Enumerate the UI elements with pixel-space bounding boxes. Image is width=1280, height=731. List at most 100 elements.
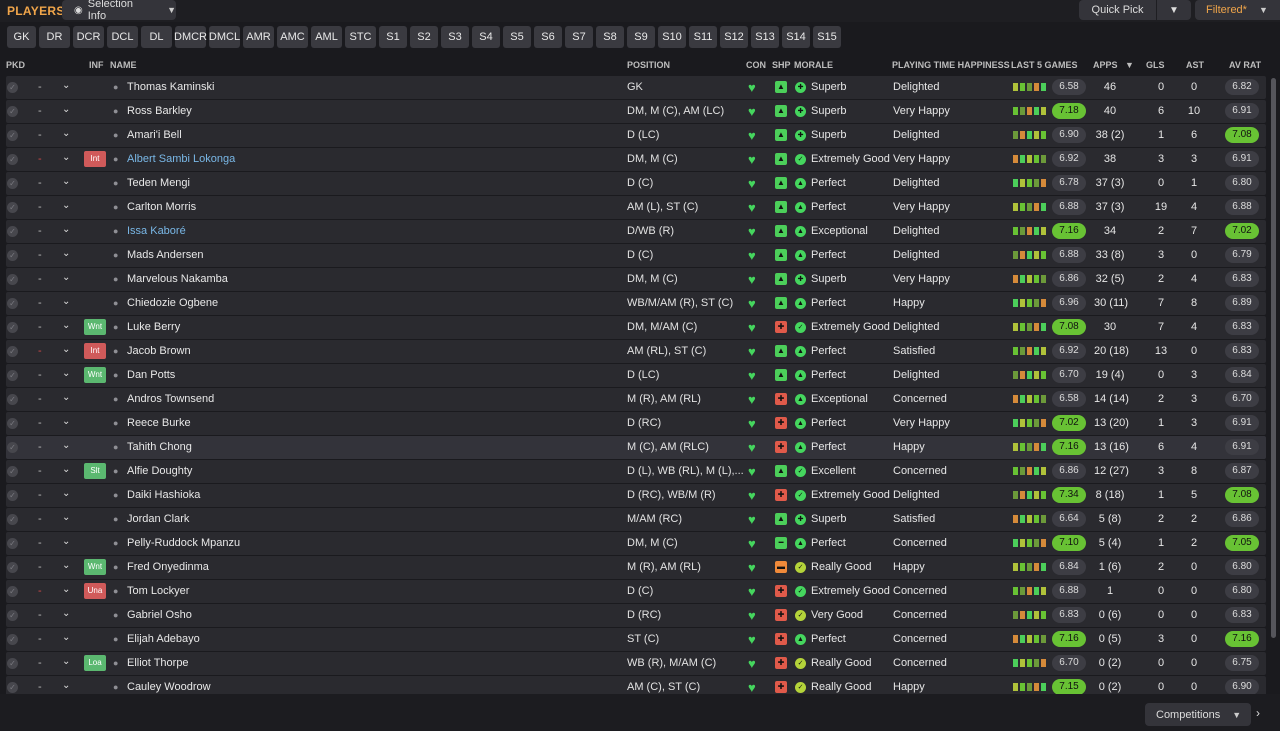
pick-icon[interactable]: ✓ xyxy=(7,298,18,309)
player-name[interactable]: Luke Berry xyxy=(127,321,180,333)
player-name[interactable]: Alfie Doughty xyxy=(127,465,192,477)
player-name[interactable]: Cauley Woodrow xyxy=(127,681,211,693)
player-name[interactable]: Ross Barkley xyxy=(127,105,192,117)
col-position[interactable]: POSITION xyxy=(627,60,670,70)
chevron-down-icon[interactable]: ⌄ xyxy=(62,80,70,91)
pick-icon[interactable]: ✓ xyxy=(7,394,18,405)
pick-icon[interactable]: ✓ xyxy=(7,106,18,117)
position-button-s10[interactable]: S10 xyxy=(658,26,686,48)
col-last5[interactable]: LAST 5 GAMES xyxy=(1011,60,1078,70)
col-name[interactable]: NAME xyxy=(110,60,137,70)
player-name[interactable]: Reece Burke xyxy=(127,417,191,429)
pick-icon[interactable]: ✓ xyxy=(7,538,18,549)
col-gls[interactable]: GLS xyxy=(1146,60,1165,70)
table-row[interactable]: ✓ - ⌄ Wnt ● Fred Onyedinma M (R), AM (RL… xyxy=(6,556,1266,579)
chevron-down-icon[interactable]: ⌄ xyxy=(62,584,70,595)
pick-icon[interactable]: ✓ xyxy=(7,610,18,621)
competitions-button[interactable]: Competitions ▼ xyxy=(1145,703,1251,726)
position-button-s11[interactable]: S11 xyxy=(689,26,717,48)
chevron-down-icon[interactable]: ⌄ xyxy=(62,248,70,259)
position-button-stc[interactable]: STC xyxy=(345,26,376,48)
filter-button[interactable]: Filtered* ▼ xyxy=(1195,0,1280,20)
player-name[interactable]: Marvelous Nakamba xyxy=(127,273,228,285)
chevron-down-icon[interactable]: ⌄ xyxy=(62,608,70,619)
chevron-down-icon[interactable]: ⌄ xyxy=(62,344,70,355)
position-button-s14[interactable]: S14 xyxy=(782,26,810,48)
pick-icon[interactable]: ✓ xyxy=(7,274,18,285)
col-inf[interactable]: INF xyxy=(89,60,104,70)
chevron-down-icon[interactable]: ⌄ xyxy=(62,368,70,379)
pick-icon[interactable]: ✓ xyxy=(7,346,18,357)
chevron-down-icon[interactable]: ⌄ xyxy=(62,680,70,691)
position-button-s5[interactable]: S5 xyxy=(503,26,531,48)
table-row[interactable]: ✓ - ⌄ Int ● Albert Sambi Lokonga DM, M (… xyxy=(6,148,1266,171)
player-name[interactable]: Issa Kaboré xyxy=(127,225,186,237)
chevron-down-icon[interactable]: ⌄ xyxy=(62,104,70,115)
chevron-down-icon[interactable]: ⌄ xyxy=(62,272,70,283)
player-name[interactable]: Dan Potts xyxy=(127,369,175,381)
chevron-down-icon[interactable]: ⌄ xyxy=(62,512,70,523)
col-av-rat[interactable]: AV RAT xyxy=(1229,60,1261,70)
player-name[interactable]: Andros Townsend xyxy=(127,393,214,405)
scrollbar[interactable] xyxy=(1271,78,1276,638)
pick-icon[interactable]: ✓ xyxy=(7,154,18,165)
table-row[interactable]: ✓ - ⌄ ● Andros Townsend M (R), AM (RL) ♥… xyxy=(6,388,1266,411)
pick-icon[interactable]: ✓ xyxy=(7,586,18,597)
pick-icon[interactable]: ✓ xyxy=(7,226,18,237)
player-name[interactable]: Gabriel Osho xyxy=(127,609,192,621)
table-row[interactable]: ✓ - ⌄ ● Marvelous Nakamba DM, M (C) ♥ ▲ … xyxy=(6,268,1266,291)
col-pkd[interactable]: PKD xyxy=(6,60,25,70)
pick-icon[interactable]: ✓ xyxy=(7,370,18,381)
pick-icon[interactable]: ✓ xyxy=(7,82,18,93)
table-row[interactable]: ✓ - ⌄ ● Amari'i Bell D (LC) ♥ ▲ ✚ Superb… xyxy=(6,124,1266,147)
pick-icon[interactable]: ✓ xyxy=(7,202,18,213)
chevron-down-icon[interactable]: ⌄ xyxy=(62,536,70,547)
table-row[interactable]: ✓ - ⌄ ● Ross Barkley DM, M (C), AM (LC) … xyxy=(6,100,1266,123)
player-name[interactable]: Daiki Hashioka xyxy=(127,489,200,501)
chevron-down-icon[interactable]: ⌄ xyxy=(62,656,70,667)
col-playing-time[interactable]: PLAYING TIME HAPPINESS xyxy=(892,60,1010,70)
chevron-right-icon[interactable]: › xyxy=(1256,706,1260,720)
position-button-s3[interactable]: S3 xyxy=(441,26,469,48)
position-button-dcr[interactable]: DCR xyxy=(73,26,104,48)
table-row[interactable]: ✓ - ⌄ ● Thomas Kaminski GK ♥ ▲ ✚ Superb … xyxy=(6,76,1266,99)
table-row[interactable]: ✓ - ⌄ Slt ● Alfie Doughty D (L), WB (RL)… xyxy=(6,460,1266,483)
pick-icon[interactable]: ✓ xyxy=(7,562,18,573)
pick-icon[interactable]: ✓ xyxy=(7,418,18,429)
position-button-dmcr[interactable]: DMCR xyxy=(174,26,207,48)
table-row[interactable]: ✓ - ⌄ ● Issa Kaboré D/WB (R) ♥ ▲ ▲ Excep… xyxy=(6,220,1266,243)
player-name[interactable]: Fred Onyedinma xyxy=(127,561,209,573)
chevron-down-icon[interactable]: ⌄ xyxy=(62,224,70,235)
position-button-s12[interactable]: S12 xyxy=(720,26,748,48)
position-button-amr[interactable]: AMR xyxy=(243,26,274,48)
position-button-gk[interactable]: GK xyxy=(7,26,36,48)
col-shp[interactable]: SHP xyxy=(772,60,791,70)
pick-icon[interactable]: ✓ xyxy=(7,442,18,453)
position-button-s15[interactable]: S15 xyxy=(813,26,841,48)
table-row[interactable]: ✓ - ⌄ ● Pelly-Ruddock Mpanzu DM, M (C) ♥… xyxy=(6,532,1266,555)
chevron-down-icon[interactable]: ⌄ xyxy=(62,488,70,499)
chevron-down-icon[interactable]: ⌄ xyxy=(62,320,70,331)
player-name[interactable]: Tom Lockyer xyxy=(127,585,189,597)
table-row[interactable]: ✓ - ⌄ ● Carlton Morris AM (L), ST (C) ♥ … xyxy=(6,196,1266,219)
table-row[interactable]: ✓ - ⌄ ● Mads Andersen D (C) ♥ ▲ ▲ Perfec… xyxy=(6,244,1266,267)
pick-icon[interactable]: ✓ xyxy=(7,466,18,477)
chevron-down-icon[interactable]: ⌄ xyxy=(62,440,70,451)
pick-icon[interactable]: ✓ xyxy=(7,514,18,525)
position-button-s1[interactable]: S1 xyxy=(379,26,407,48)
chevron-down-icon[interactable]: ⌄ xyxy=(62,296,70,307)
position-button-s13[interactable]: S13 xyxy=(751,26,779,48)
player-name[interactable]: Jordan Clark xyxy=(127,513,189,525)
quick-pick-button[interactable]: Quick Pick xyxy=(1079,0,1156,20)
table-row[interactable]: ✓ - ⌄ ● Elijah Adebayo ST (C) ♥ ✚ ▲ Perf… xyxy=(6,628,1266,651)
pick-icon[interactable]: ✓ xyxy=(7,682,18,693)
table-row[interactable]: ✓ - ⌄ ● Jordan Clark M/AM (RC) ♥ ▲ ✚ Sup… xyxy=(6,508,1266,531)
player-name[interactable]: Jacob Brown xyxy=(127,345,191,357)
player-name[interactable]: Elijah Adebayo xyxy=(127,633,200,645)
chevron-down-icon[interactable]: ⌄ xyxy=(62,464,70,475)
player-name[interactable]: Thomas Kaminski xyxy=(127,81,214,93)
player-name[interactable]: Mads Andersen xyxy=(127,249,203,261)
pick-icon[interactable]: ✓ xyxy=(7,634,18,645)
player-name[interactable]: Amari'i Bell xyxy=(127,129,182,141)
table-row[interactable]: ✓ - ⌄ Loa ● Elliot Thorpe WB (R), M/AM (… xyxy=(6,652,1266,675)
